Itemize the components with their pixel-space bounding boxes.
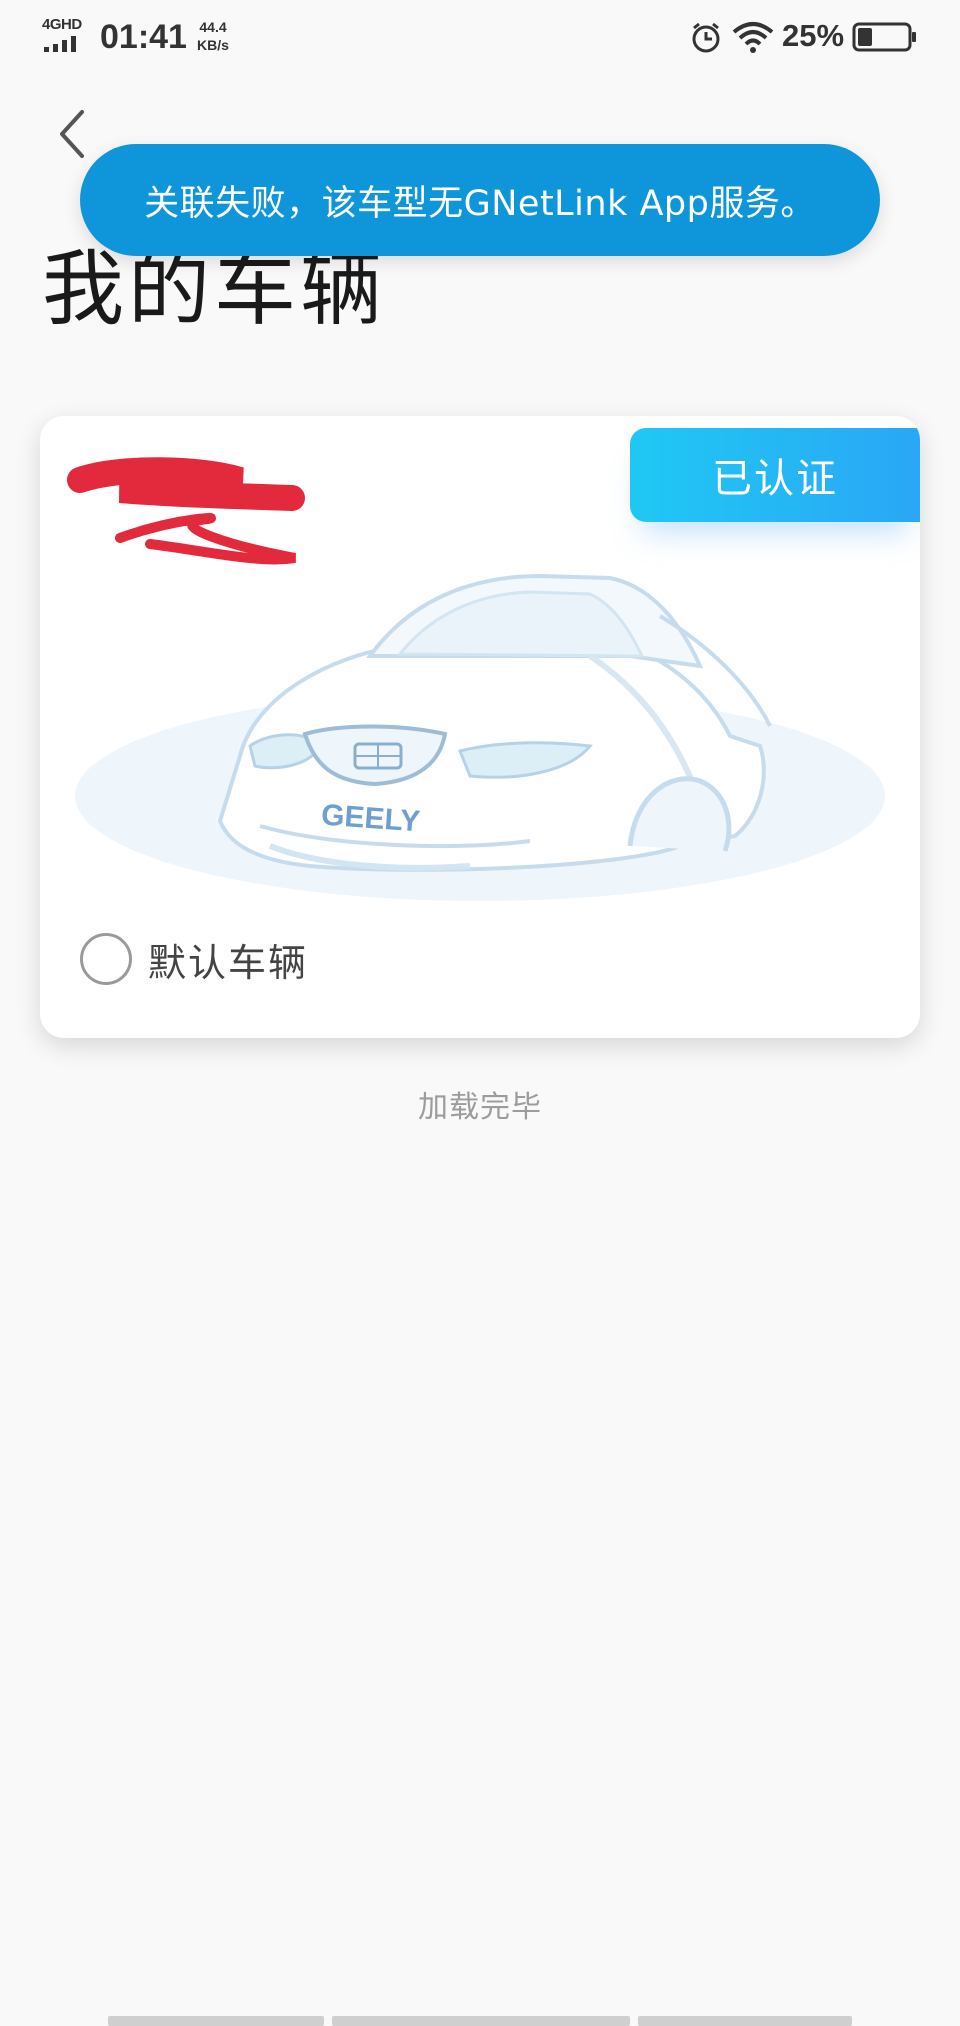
toast-message: 关联失败，该车型无GNetLink App服务。 — [80, 144, 880, 256]
default-vehicle-radio[interactable] — [80, 933, 132, 985]
chevron-left-icon — [60, 110, 84, 158]
default-vehicle-option[interactable]: 默认车辆 — [80, 932, 308, 986]
nav-indicator-right — [638, 2016, 852, 2026]
network-speed: 44.4 KB/s — [188, 18, 238, 54]
speed-value: 44.4 — [199, 19, 227, 35]
speed-unit: KB/s — [197, 37, 229, 53]
network-type: 4GHD — [42, 16, 82, 33]
nav-indicator-middle — [332, 2016, 630, 2026]
default-vehicle-label: 默认车辆 — [148, 940, 309, 985]
back-button[interactable] — [52, 108, 96, 160]
battery-percent: 25% — [782, 18, 845, 53]
nav-indicator-left — [108, 2016, 324, 2026]
certified-badge: 已认证 — [630, 428, 920, 522]
load-complete-text: 加载完毕 — [418, 1090, 542, 1125]
signal-icon — [44, 36, 76, 52]
clock: 01:41 — [100, 18, 187, 56]
status-bar: 4GHD 01:41 44.4 KB/s 25% — [0, 0, 960, 72]
battery-icon — [852, 22, 916, 52]
wifi-icon — [732, 22, 774, 53]
alarm-icon — [692, 22, 720, 53]
car-illustration: GEELY — [75, 573, 885, 901]
geely-logo-text: GEELY — [320, 799, 421, 839]
vehicle-card[interactable]: 已认证 GEELY 默认车辆 — [40, 416, 920, 1038]
